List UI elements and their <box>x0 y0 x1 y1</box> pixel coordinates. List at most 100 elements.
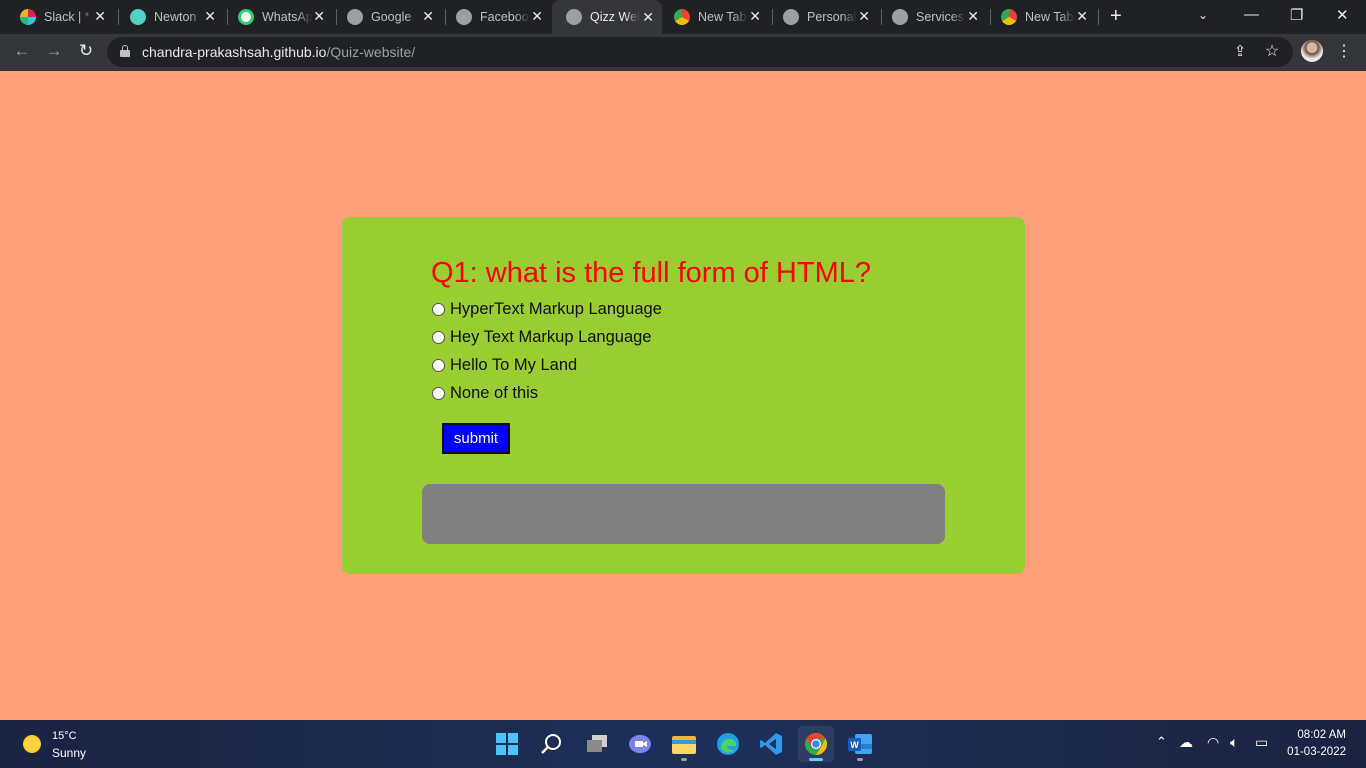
tab-google[interactable]: Google ✕ <box>333 4 442 30</box>
close-window-icon[interactable]: ✕ <box>1336 6 1349 24</box>
menu-kebab-icon[interactable]: ⋮ <box>1333 41 1355 61</box>
bookmark-star-icon[interactable]: ☆ <box>1261 41 1283 61</box>
file-explorer-button[interactable] <box>666 726 702 762</box>
address-bar[interactable]: chandra-prakashsah.github.io/Quiz-websit… <box>107 37 1293 67</box>
windows-logo-icon <box>496 733 518 755</box>
speaker-icon[interactable]: 🔈︎ <box>1230 734 1238 751</box>
tab-title: WhatsApp <box>262 10 312 24</box>
radio-button[interactable] <box>432 386 445 400</box>
score-result-box <box>422 484 945 544</box>
close-tab-icon[interactable]: ✕ <box>1076 8 1088 25</box>
clock-time[interactable]: 08:02 AM <box>1297 729 1346 741</box>
chrome-button[interactable] <box>798 726 834 762</box>
folder-icon <box>672 736 696 754</box>
globe-icon <box>783 9 799 25</box>
new-tab-plus-icon[interactable]: + <box>1110 5 1122 28</box>
answer-option-2[interactable]: Hey Text Markup Language <box>432 326 652 348</box>
reload-icon[interactable]: ↻ <box>75 41 97 61</box>
quiz-card: Q1: what is the full form of HTML? Hyper… <box>342 217 1025 574</box>
close-tab-icon[interactable]: ✕ <box>967 8 979 25</box>
tab-title: Newton <box>154 10 197 24</box>
battery-icon[interactable]: ▭ <box>1255 734 1268 751</box>
chrome-icon <box>805 733 827 755</box>
tab-title: Services <box>916 10 964 24</box>
tab-title: New Tab <box>1025 10 1074 24</box>
task-view-button[interactable] <box>579 726 615 762</box>
svg-text:W: W <box>850 740 859 750</box>
forward-arrow-icon[interactable]: → <box>43 41 65 61</box>
answer-option-1[interactable]: HyperText Markup Language <box>432 298 662 320</box>
option-label: Hello To My Land <box>450 355 578 374</box>
option-label: None of this <box>450 383 539 402</box>
tab-services[interactable]: Services ✕ <box>878 4 987 30</box>
share-icon[interactable]: ⇪ <box>1229 42 1251 60</box>
whatsapp-icon <box>238 9 254 25</box>
slack-icon <box>20 9 36 25</box>
edge-button[interactable] <box>710 726 746 762</box>
close-tab-icon[interactable]: ✕ <box>531 8 543 25</box>
globe-icon <box>347 9 363 25</box>
running-indicator <box>681 758 687 761</box>
running-indicator <box>809 758 823 761</box>
tab-newton[interactable]: Newton ✕ <box>116 4 224 30</box>
minimize-icon[interactable]: — <box>1244 6 1259 23</box>
tab-title: New Tab <box>698 10 747 24</box>
onedrive-cloud-icon[interactable]: ☁ <box>1179 734 1193 751</box>
clock-date[interactable]: 01-03-2022 <box>1287 746 1346 758</box>
question-text: Q1: what is the full form of HTML? <box>431 257 871 289</box>
restore-icon[interactable]: ❐ <box>1290 6 1303 24</box>
answer-option-4[interactable]: None of this <box>432 382 538 404</box>
close-tab-icon[interactable]: ✕ <box>422 8 434 25</box>
submit-button[interactable]: submit <box>442 423 510 454</box>
radio-button[interactable] <box>432 302 445 316</box>
tab-personal[interactable]: Personal ✕ <box>769 4 878 30</box>
show-hidden-icons-chevron-icon[interactable]: ⌃ <box>1156 734 1167 750</box>
tab-title: Google <box>371 10 412 24</box>
profile-avatar[interactable] <box>1301 40 1323 62</box>
lock-icon[interactable] <box>120 45 130 57</box>
chrome-icon <box>674 9 690 25</box>
weather-temperature[interactable]: 15°C <box>52 730 77 742</box>
back-arrow-icon[interactable]: ← <box>11 41 33 61</box>
option-label: HyperText Markup Language <box>450 299 662 318</box>
word-button[interactable]: W <box>842 726 878 762</box>
tab-new-tab-2[interactable]: New Tab ✕ <box>987 4 1096 30</box>
close-tab-icon[interactable]: ✕ <box>858 8 870 25</box>
close-tab-icon[interactable]: ✕ <box>749 8 761 25</box>
edge-icon <box>717 733 739 755</box>
tab-divider <box>1098 9 1099 25</box>
browser-toolbar: ← → ↻ chandra-prakashsah.github.io/Quiz-… <box>0 34 1366 71</box>
tab-qizz-website[interactable]: Qizz Website ✕ <box>552 0 662 34</box>
radio-button[interactable] <box>432 358 445 372</box>
tab-title: Personal <box>807 10 857 24</box>
close-tab-icon[interactable]: ✕ <box>204 8 216 25</box>
sun-weather-icon[interactable] <box>23 735 41 753</box>
close-tab-icon[interactable]: ✕ <box>642 9 654 26</box>
teams-chat-button[interactable] <box>622 726 658 762</box>
close-tab-icon[interactable]: ✕ <box>94 8 106 25</box>
start-button[interactable] <box>489 726 525 762</box>
weather-condition[interactable]: Sunny <box>52 746 86 760</box>
tab-title: Facebook <box>480 10 530 24</box>
radio-button[interactable] <box>432 330 445 344</box>
windows-taskbar: 15°C Sunny W ⌃ ☁ ◠ 🔈︎ ▭ 08:02 AM 01-03-2… <box>0 720 1366 768</box>
vscode-button[interactable] <box>753 726 789 762</box>
url-text: chandra-prakashsah.github.io/Quiz-websit… <box>142 44 415 60</box>
chrome-icon <box>1001 9 1017 25</box>
browser-tab-strip: Slack | * ✕ Newton ✕ WhatsApp ✕ Google ✕… <box>0 0 1366 34</box>
task-view-icon <box>587 735 607 752</box>
word-icon: W <box>848 734 872 754</box>
search-taskbar-button[interactable] <box>534 726 570 762</box>
wifi-icon[interactable]: ◠ <box>1207 734 1219 751</box>
answer-option-3[interactable]: Hello To My Land <box>432 354 577 376</box>
close-tab-icon[interactable]: ✕ <box>313 8 325 25</box>
tab-slack[interactable]: Slack | * ✕ <box>6 4 114 30</box>
url-host: chandra-prakashsah.github.io <box>142 44 327 60</box>
globe-icon <box>566 9 582 25</box>
tab-new-tab[interactable]: New Tab ✕ <box>660 4 769 30</box>
tab-search-chevron-icon[interactable]: ⌄ <box>1198 8 1208 22</box>
tab-facebook[interactable]: Facebook ✕ <box>442 4 551 30</box>
tab-title: Slack | * <box>44 10 90 24</box>
tab-whatsapp[interactable]: WhatsApp ✕ <box>224 4 333 30</box>
chat-icon <box>629 735 651 753</box>
